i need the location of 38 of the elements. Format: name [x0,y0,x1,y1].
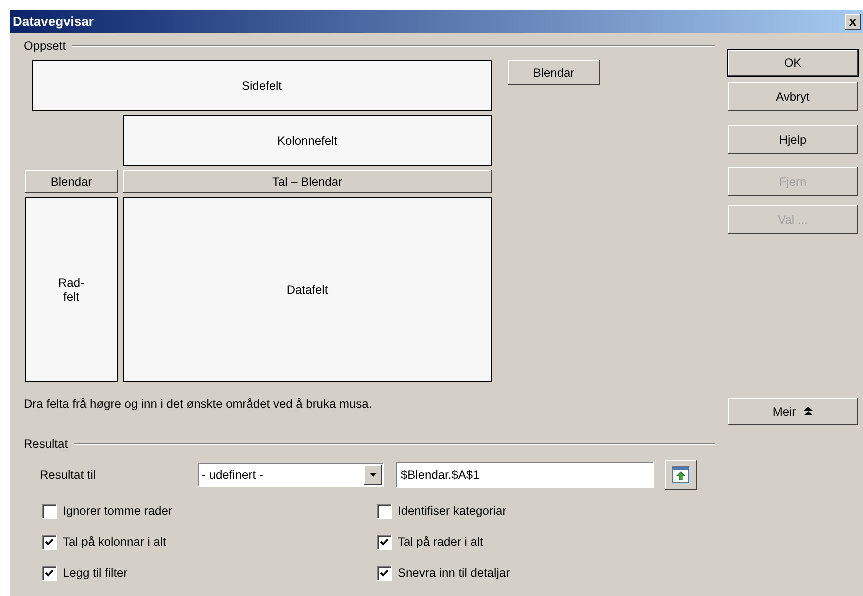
dialog-button[interactable]: Hjelp [728,125,858,154]
section-label: Oppsett [24,39,66,53]
row-field-button[interactable]: Blendar [25,170,118,193]
checkmark-icon [45,538,54,546]
data-field-area[interactable]: Datafelt [123,197,492,382]
hint-text: Dra felta frå høgre og inn i det ønskte området ved å bruka musa. [24,397,374,411]
checkbox[interactable] [42,504,57,518]
target-input[interactable]: $Blendar.$A$1 [396,462,654,488]
checkmark-icon [45,568,54,578]
checkbox-option[interactable]: Tal på rader i alt [377,532,677,552]
checkbox-option[interactable]: Snevra inn til detaljar [377,563,677,583]
target-dropdown[interactable]: - udefinert - [198,463,384,487]
checkbox[interactable] [377,534,392,550]
data-field-button[interactable]: Tal – Blendar [123,170,492,193]
checkmark-icon [380,538,389,546]
checkbox[interactable] [377,566,392,580]
checkbox-option[interactable]: Tal på kolonnar i alt [42,532,377,552]
page-field-area[interactable]: Sidefelt [32,60,492,111]
checkbox-option[interactable]: Ignorer tomme rader [42,501,377,521]
field-label: Resultat til [40,468,98,482]
field-button[interactable]: Blendar [508,60,600,85]
dropdown-arrow-icon [370,473,376,477]
dialog-button[interactable]: Avbryt [728,82,858,111]
double-caret-up-icon [804,407,814,416]
checkbox[interactable] [42,534,57,550]
shrink-button[interactable] [665,460,697,490]
checkbox[interactable] [377,504,392,518]
dialog-button[interactable]: OK [728,50,858,76]
checkbox-option[interactable]: Legg til filter [42,563,377,583]
window-title: Datavegvisar [13,14,94,29]
column-field-area[interactable]: Kolonnefelt [123,115,492,166]
more-button[interactable]: Meir [728,398,858,425]
close-button[interactable]: x [845,14,861,30]
section-label: Resultat [24,437,68,451]
checkbox[interactable] [42,566,57,580]
checkmark-icon [380,568,389,578]
checkbox-option[interactable]: Identifiser kategoriar [377,501,677,521]
row-field-area[interactable]: Rad-felt [25,197,118,382]
